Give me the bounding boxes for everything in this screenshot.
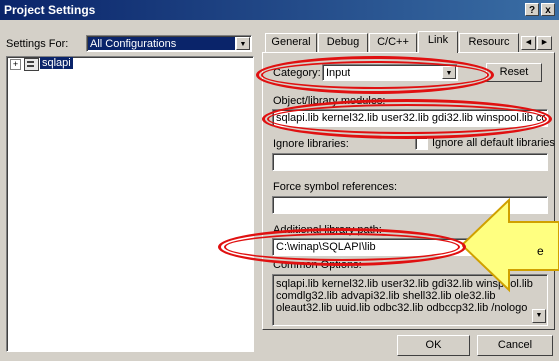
tab-debug-label: Debug bbox=[326, 36, 360, 48]
category-value: Input bbox=[326, 67, 351, 79]
category-label: Category: bbox=[273, 67, 321, 79]
tab-debug[interactable]: Debug bbox=[318, 33, 368, 52]
force-symbol-label: Force symbol references: bbox=[273, 181, 398, 193]
tab-scroll-left-icon[interactable]: ◀ bbox=[521, 36, 536, 50]
settings-for-label: Settings For: bbox=[6, 38, 69, 50]
callout-arrow bbox=[462, 197, 559, 293]
tab-link-label: Link bbox=[427, 34, 449, 46]
tab-link[interactable]: Link bbox=[418, 31, 458, 53]
tree-expand-icon[interactable]: + bbox=[10, 59, 21, 70]
tree-item-label: sqlapi bbox=[42, 57, 71, 69]
chevron-down-icon[interactable]: ▼ bbox=[236, 37, 250, 50]
callout-text: e bbox=[537, 244, 544, 258]
project-tree[interactable]: + sqlapi bbox=[6, 56, 254, 352]
settings-for-value: All Configurations bbox=[90, 38, 177, 50]
additional-library-path-label: Additional library path: bbox=[273, 224, 382, 236]
common-options-line: oleaut32.lib uuid.lib odbc32.lib odbccp3… bbox=[276, 302, 528, 314]
reset-button[interactable]: Reset bbox=[486, 63, 542, 82]
tab-cpp-label: C/C++ bbox=[377, 36, 409, 48]
scroll-down-icon[interactable]: ▼ bbox=[532, 309, 546, 323]
tab-resource-label: Resourc bbox=[468, 36, 510, 48]
tab-general[interactable]: General bbox=[265, 33, 317, 52]
close-button[interactable]: x bbox=[541, 3, 555, 16]
ok-button[interactable]: OK bbox=[397, 335, 470, 356]
settings-for-dropdown[interactable]: All Configurations ▼ bbox=[86, 35, 252, 52]
chevron-down-icon[interactable]: ▼ bbox=[442, 66, 456, 79]
title-bar: Project Settings ? x bbox=[0, 0, 559, 20]
window-title: Project Settings bbox=[4, 3, 96, 17]
additional-library-path-value: C:\winap\SQLAPI\lib bbox=[276, 241, 376, 253]
tab-general-label: General bbox=[271, 36, 311, 48]
tree-item-sqlapi[interactable]: sqlapi bbox=[40, 57, 73, 69]
modules-label: Object/library modules: bbox=[273, 95, 386, 107]
ignore-libraries-input[interactable] bbox=[272, 153, 548, 171]
ignore-libraries-label: Ignore libraries: bbox=[273, 138, 349, 150]
project-icon bbox=[24, 58, 39, 71]
category-dropdown[interactable]: Input ▼ bbox=[322, 64, 458, 81]
tab-resource[interactable]: Resourc bbox=[459, 33, 519, 52]
cancel-button[interactable]: Cancel bbox=[477, 335, 553, 356]
common-options-label: Common Options: bbox=[273, 259, 362, 271]
modules-input[interactable]: sqlapi.lib kernel32.lib user32.lib gdi32… bbox=[272, 109, 548, 127]
tab-cpp[interactable]: C/C++ bbox=[369, 33, 417, 52]
modules-value: sqlapi.lib kernel32.lib user32.lib gdi32… bbox=[276, 112, 545, 124]
help-button[interactable]: ? bbox=[525, 3, 539, 16]
ignore-all-checkbox[interactable] bbox=[415, 137, 428, 150]
ignore-all-label: Ignore all default libraries bbox=[432, 137, 555, 149]
tab-scroll-right-icon[interactable]: ▶ bbox=[537, 36, 552, 50]
